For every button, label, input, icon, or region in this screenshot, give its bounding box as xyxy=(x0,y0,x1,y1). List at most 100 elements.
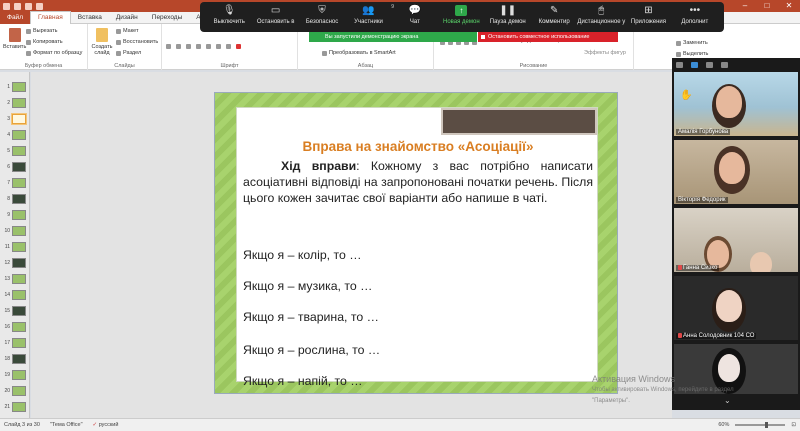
tab-file[interactable]: Файл xyxy=(0,11,30,24)
strike-icon[interactable] xyxy=(196,44,201,49)
pause-share-button[interactable]: ❚❚ Пауза демон xyxy=(485,2,531,25)
format-painter-button[interactable]: Формат по образцу xyxy=(26,50,82,56)
participant-tile[interactable]: Анна Солодовник 104 СО xyxy=(674,276,798,340)
slide-body-bold: Хід вправи xyxy=(281,159,357,173)
thumbnail[interactable]: 13 xyxy=(2,272,28,285)
layout-button[interactable]: Макет xyxy=(116,28,139,34)
participants-button[interactable]: 👥 9 Участники xyxy=(345,2,394,25)
thumbnail-image xyxy=(12,225,26,236)
new-share-button[interactable]: ↑ Новая демон xyxy=(438,2,484,25)
thumbnail[interactable]: 1 xyxy=(2,80,28,93)
thumbnail[interactable]: 18 xyxy=(2,352,28,365)
chat-icon: 💬 xyxy=(408,5,422,16)
stop-video-button[interactable]: ▭ Остановить в xyxy=(252,2,298,25)
slide-canvas[interactable]: Вправа на знайомство «Асоціації» Хід впр… xyxy=(214,92,618,394)
thumbnail[interactable]: 16 xyxy=(2,320,28,333)
thumbnail[interactable]: 5 xyxy=(2,144,28,157)
slide-photo xyxy=(441,108,597,135)
maximize-icon[interactable]: □ xyxy=(756,0,778,12)
participant-tile[interactable]: ✋ Амалія Горбунова xyxy=(674,72,798,136)
thumbnail[interactable]: 11 xyxy=(2,240,28,253)
more-button[interactable]: ••• Дополнит xyxy=(672,2,718,25)
panel-toolbar xyxy=(672,58,800,72)
mute-button[interactable]: 🎙 Выключить xyxy=(206,2,252,25)
language[interactable]: ✓ русский xyxy=(93,422,119,428)
spacing-icon[interactable] xyxy=(216,44,221,49)
tab-transitions[interactable]: Переходы xyxy=(145,12,190,24)
powerpoint-icon xyxy=(3,2,10,10)
thumbnail[interactable]: 6 xyxy=(2,160,28,173)
redo-icon[interactable] xyxy=(36,2,43,10)
shape-effects-button[interactable]: Эффекты фигур xyxy=(584,50,626,56)
thumbnail[interactable]: 17 xyxy=(2,336,28,349)
thumbnail[interactable]: 14 xyxy=(2,288,28,301)
copy-button[interactable]: Копировать xyxy=(26,39,63,45)
undo-icon[interactable] xyxy=(25,2,32,10)
thumbnail[interactable]: 15 xyxy=(2,304,28,317)
tab-home[interactable]: Главная xyxy=(29,11,71,24)
view-single-icon[interactable] xyxy=(691,62,698,68)
thumbnail[interactable]: 12 xyxy=(2,256,28,269)
annotate-button[interactable]: ✎ Комментир xyxy=(531,2,577,25)
group-label: Буфер обмена xyxy=(24,63,63,69)
security-button[interactable]: ⛨ Безопаснос xyxy=(299,2,345,25)
participant-name: Анна Солодовник 104 СО xyxy=(676,332,757,339)
slide-counter: Слайд 3 из 30 xyxy=(4,422,40,428)
remote-control-button[interactable]: 🖱 Дистанционное у xyxy=(577,2,625,25)
smartart-button[interactable]: Преобразовать в SmartArt xyxy=(322,50,396,56)
chat-button[interactable]: 💬 Чат xyxy=(392,2,438,25)
select-button[interactable]: Выделить xyxy=(676,51,708,57)
apps-button[interactable]: ⊞ Приложения xyxy=(625,2,671,25)
mic-icon: 🎙 xyxy=(222,5,236,16)
section-button[interactable]: Раздел xyxy=(116,50,141,56)
thumbnail-image xyxy=(12,113,26,124)
save-icon[interactable] xyxy=(14,2,21,10)
italic-icon[interactable] xyxy=(176,44,181,49)
participant-face xyxy=(707,240,729,268)
new-slide-button[interactable]: Создать слайд xyxy=(91,28,113,56)
close-icon[interactable]: ✕ xyxy=(778,0,800,12)
view-strip-icon[interactable] xyxy=(706,62,713,68)
thumbnail[interactable]: 2 xyxy=(2,96,28,109)
underline-icon[interactable] xyxy=(186,44,191,49)
stop-share-button[interactable]: Остановить совместное использование xyxy=(478,32,618,42)
thumbnail[interactable]: 9 xyxy=(2,208,28,221)
thumbnail[interactable]: 4 xyxy=(2,128,28,141)
case-icon[interactable] xyxy=(226,44,231,49)
thumbnail-image xyxy=(12,337,26,348)
thumbnail[interactable]: 8 xyxy=(2,192,28,205)
reset-button[interactable]: Восстановить xyxy=(116,39,158,45)
paste-button[interactable]: Вставить xyxy=(3,28,26,50)
shadow-icon[interactable] xyxy=(206,44,211,49)
more-icon: ••• xyxy=(689,5,701,16)
thumbnail-image xyxy=(12,177,26,188)
raise-hand-icon: ✋ xyxy=(680,90,693,101)
gallery-view-icon[interactable] xyxy=(721,62,728,68)
tab-insert[interactable]: Вставка xyxy=(71,12,109,24)
zoom-level[interactable]: 60% xyxy=(718,422,729,428)
brush-icon xyxy=(26,50,31,56)
select-icon xyxy=(676,51,681,57)
thumbnail-image xyxy=(12,289,26,300)
fit-slide-icon[interactable]: ⊡ xyxy=(791,422,796,428)
thumbnail-selected[interactable]: 3 xyxy=(2,112,28,125)
minimize-panel-icon[interactable] xyxy=(676,62,683,68)
zoom-slider[interactable] xyxy=(735,422,786,428)
minimize-icon[interactable]: – xyxy=(734,0,756,12)
font-color-icon[interactable] xyxy=(236,44,241,49)
participant-tile[interactable]: Ганна Сизко xyxy=(674,208,798,272)
thumbnail[interactable]: 19 xyxy=(2,368,28,381)
participant-tile[interactable]: Вікторія Федорик xyxy=(674,140,798,204)
participant-name: Ганна Сизко xyxy=(676,264,720,271)
thumbnail[interactable]: 20 xyxy=(2,384,28,397)
cut-button[interactable]: Вырезать xyxy=(26,28,57,34)
tab-design[interactable]: Дизайн xyxy=(109,12,145,24)
thumbnail[interactable]: 10 xyxy=(2,224,28,237)
replace-button[interactable]: Заменить xyxy=(676,40,708,46)
thumbnail[interactable]: 21 xyxy=(2,400,28,413)
sharing-banner: Вы запустили демонстрацию экрана xyxy=(309,32,477,42)
thumbnail[interactable]: 7 xyxy=(2,176,28,189)
section-icon xyxy=(116,50,121,56)
screen: – □ ✕ Файл Главная Вставка Дизайн Перехо… xyxy=(0,0,800,431)
bold-icon[interactable] xyxy=(166,44,171,49)
